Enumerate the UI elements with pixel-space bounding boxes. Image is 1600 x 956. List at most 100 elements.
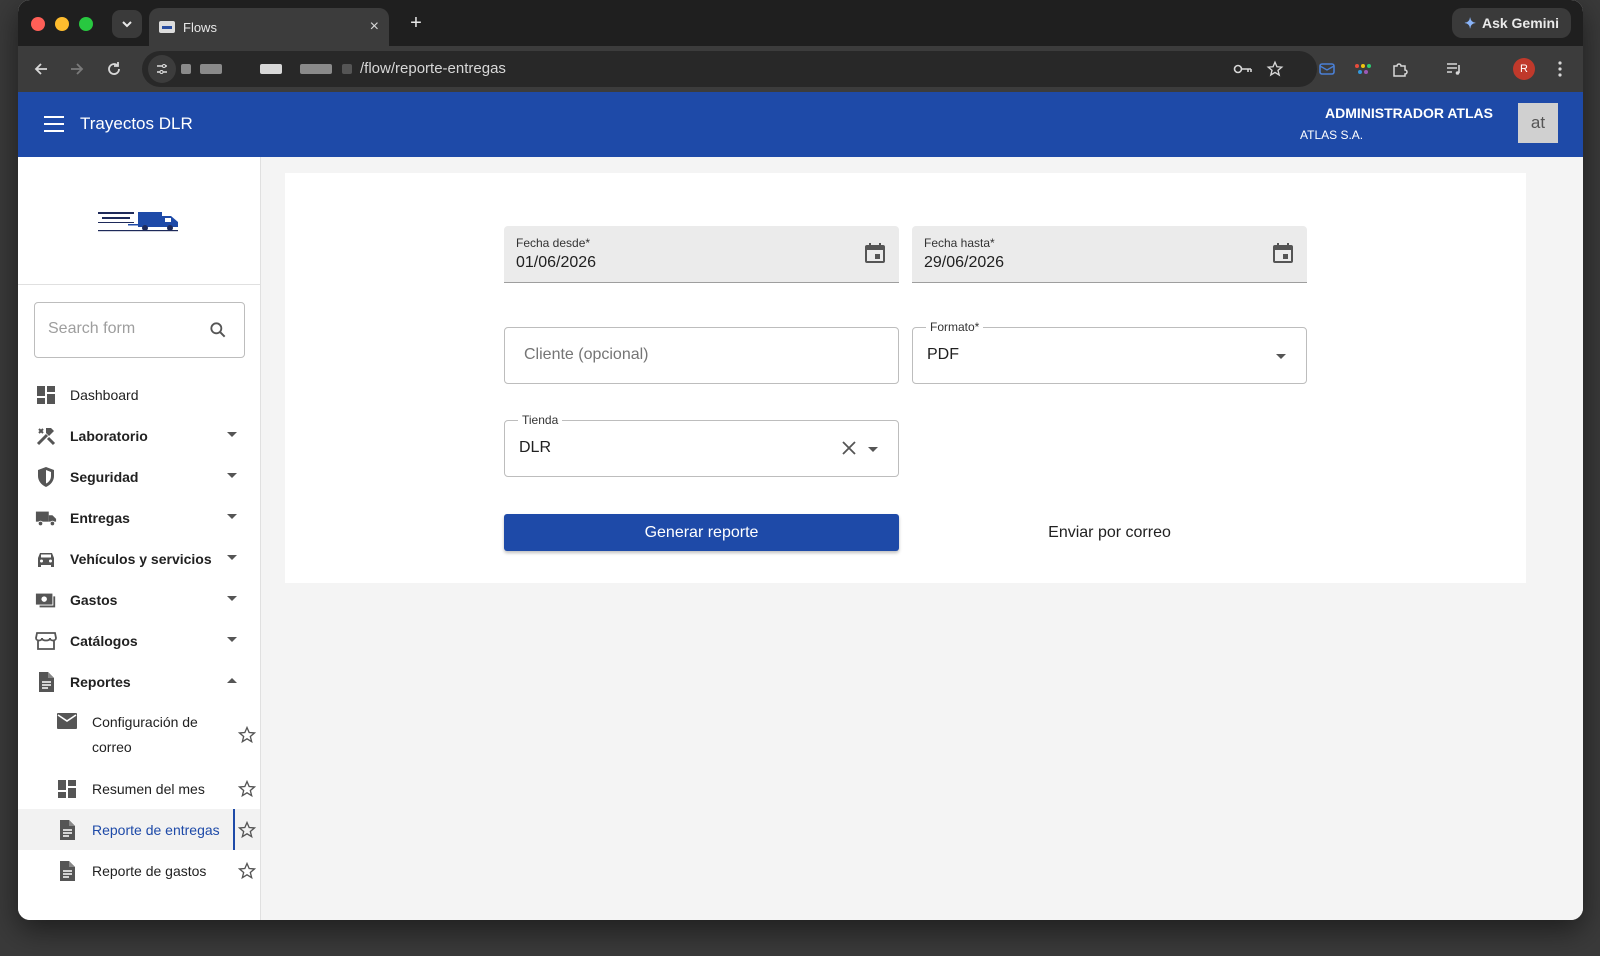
generate-report-button[interactable]: Generar reporte: [504, 514, 899, 551]
sidebar-nav: Dashboard Laboratorio Seguridad Entregas…: [18, 374, 260, 891]
clear-icon[interactable]: [840, 439, 858, 457]
media-queue-icon[interactable]: [1443, 58, 1465, 80]
sidebar-item-dashboard[interactable]: Dashboard: [18, 374, 260, 415]
sidebar-subitem-reporte-gastos[interactable]: Reporte de gastos: [18, 850, 260, 891]
maximize-window-button[interactable]: [79, 17, 93, 31]
dashboard-icon: [35, 384, 57, 406]
redacted-text: [260, 64, 282, 74]
store-icon: [35, 630, 57, 652]
more-options-icon[interactable]: [1549, 58, 1571, 80]
browser-window: Flows × + ✦ Ask Gemini /flow/reporte-ent…: [18, 0, 1583, 920]
cliente-field[interactable]: Cliente (opcional): [504, 327, 899, 384]
collapse-caret-icon[interactable]: [227, 678, 237, 683]
back-icon[interactable]: [30, 58, 52, 80]
expand-caret-icon[interactable]: [227, 473, 237, 478]
sidebar-subitem-reporte-entregas[interactable]: Reporte de entregas: [18, 809, 260, 850]
extension-dots-icon[interactable]: [1352, 58, 1374, 80]
dropdown-arrow-icon[interactable]: [868, 447, 878, 452]
sidebar-item-catalogos[interactable]: Catálogos: [18, 620, 260, 661]
reload-icon[interactable]: [103, 58, 125, 80]
formato-select[interactable]: Formato* PDF: [912, 320, 1307, 384]
user-avatar[interactable]: at: [1518, 103, 1558, 143]
user-company: ATLAS S.A.: [1300, 128, 1364, 142]
money-icon: [35, 589, 57, 611]
sidebar-item-label: Dashboard: [70, 386, 139, 403]
browser-tab[interactable]: Flows ×: [149, 8, 389, 46]
sidebar-item-label: Reportes: [70, 673, 131, 690]
profile-avatar[interactable]: R: [1513, 58, 1535, 80]
favicon-icon: [159, 21, 175, 33]
sidebar-subitem-label: Resumen del mes: [92, 780, 205, 797]
fecha-desde-label: Fecha desde*: [516, 236, 591, 250]
tab-search-button[interactable]: [112, 10, 142, 38]
report-form-card: Fecha desde* 01/06/2026 Fecha hasta* 29/…: [285, 173, 1526, 583]
document-icon: [56, 860, 78, 882]
sidebar-item-label: Laboratorio: [70, 427, 148, 444]
minimize-window-button[interactable]: [55, 17, 69, 31]
gemini-sparkle-icon: ✦: [1464, 14, 1476, 31]
browser-toolbar: /flow/reporte-entregas R: [18, 46, 1583, 92]
password-key-icon[interactable]: [1232, 58, 1254, 80]
fecha-desde-value: 01/06/2026: [516, 254, 597, 271]
forward-icon[interactable]: [66, 58, 88, 80]
company-logo: [98, 212, 178, 232]
dropdown-arrow-icon[interactable]: [1276, 354, 1286, 359]
cliente-placeholder: Cliente (opcional): [524, 346, 649, 363]
sidebar-subitem-resumen-mes[interactable]: Resumen del mes: [18, 768, 260, 809]
sidebar-subitem-label: Reporte de gastos: [92, 862, 207, 879]
sidebar-item-label: Gastos: [70, 591, 118, 608]
expand-caret-icon[interactable]: [227, 555, 237, 560]
favorite-star-icon[interactable]: [237, 779, 257, 799]
sidebar-item-entregas[interactable]: Entregas: [18, 497, 260, 538]
logo-area: [18, 157, 260, 285]
search-icon[interactable]: [208, 320, 228, 340]
extension-mail-icon[interactable]: [1316, 58, 1338, 80]
bookmark-star-icon[interactable]: [1264, 58, 1286, 80]
chevron-down-icon: [122, 21, 132, 28]
user-name: ADMINISTRADOR ATLAS: [1325, 105, 1493, 121]
favorite-star-icon[interactable]: [237, 861, 257, 881]
sidebar-item-gastos[interactable]: Gastos: [18, 579, 260, 620]
sidebar-item-label: Seguridad: [70, 468, 139, 485]
favorite-star-icon[interactable]: [237, 725, 257, 745]
fecha-hasta-value: 29/06/2026: [924, 254, 1005, 271]
document-icon: [56, 819, 78, 841]
expand-caret-icon[interactable]: [227, 596, 237, 601]
sidebar-item-label: Catálogos: [70, 632, 138, 649]
sidebar-subitem-label: Reporte de entregas: [92, 821, 220, 838]
calendar-icon[interactable]: [863, 241, 887, 265]
formato-value: PDF: [927, 346, 959, 363]
calendar-icon[interactable]: [1271, 241, 1295, 265]
fecha-hasta-field[interactable]: Fecha hasta* 29/06/2026: [912, 226, 1307, 283]
expand-caret-icon[interactable]: [227, 514, 237, 519]
sidebar-item-label: Vehículos y servicios: [70, 550, 212, 567]
fecha-desde-field[interactable]: Fecha desde* 01/06/2026: [504, 226, 899, 283]
extensions-puzzle-icon[interactable]: [1389, 58, 1411, 80]
sidebar-subitem-configuracion-correo[interactable]: Configuración de correo: [18, 702, 260, 768]
send-email-button[interactable]: Enviar por correo: [912, 514, 1307, 551]
close-window-button[interactable]: [31, 17, 45, 31]
sidebar-item-laboratorio[interactable]: Laboratorio: [18, 415, 260, 456]
search-form-field[interactable]: [34, 302, 245, 358]
menu-icon[interactable]: [44, 116, 64, 132]
app-header: Trayectos DLR ADMINISTRADOR ATLAS ATLAS …: [18, 92, 1583, 157]
search-input[interactable]: [48, 320, 198, 338]
tienda-select[interactable]: Tienda DLR: [504, 413, 899, 477]
tienda-value: DLR: [519, 439, 552, 456]
address-bar[interactable]: /flow/reporte-entregas: [142, 51, 1317, 87]
app-title: Trayectos DLR: [80, 114, 193, 133]
site-info-icon[interactable]: [148, 55, 176, 83]
tab-title: Flows: [183, 19, 217, 35]
sidebar-item-seguridad[interactable]: Seguridad: [18, 456, 260, 497]
redacted-text: [200, 64, 222, 74]
sidebar-item-vehiculos[interactable]: Vehículos y servicios: [18, 538, 260, 579]
mail-icon: [56, 710, 78, 732]
expand-caret-icon[interactable]: [227, 432, 237, 437]
tab-close-icon[interactable]: ×: [370, 18, 379, 36]
expand-caret-icon[interactable]: [227, 637, 237, 642]
sidebar: Dashboard Laboratorio Seguridad: [18, 157, 261, 920]
ask-gemini-button[interactable]: ✦ Ask Gemini: [1452, 8, 1571, 38]
favorite-star-icon[interactable]: [237, 820, 257, 840]
new-tab-button[interactable]: +: [403, 10, 429, 36]
sidebar-item-reportes[interactable]: Reportes: [18, 661, 260, 702]
